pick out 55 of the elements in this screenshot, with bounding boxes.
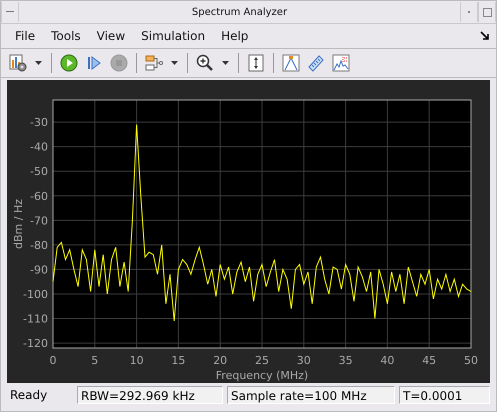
- menu-item[interactable]: File: [15, 29, 36, 43]
- window-menu-button[interactable]: [1, 2, 19, 22]
- menu-item[interactable]: Simulation: [141, 29, 206, 43]
- x-tick-label: 25: [255, 354, 269, 367]
- status-field: Sample rate=100 MHz: [227, 386, 395, 404]
- x-tick-label: 15: [171, 354, 186, 367]
- y-tick-label: -110: [23, 312, 48, 326]
- y-tick-label: -70: [30, 214, 48, 228]
- x-tick-label: 30: [296, 354, 311, 367]
- y-axis-label: dBm / Hz: [12, 199, 25, 249]
- x-tick-label: 5: [91, 354, 98, 367]
- vertical-fit-icon: [247, 54, 265, 72]
- x-tick-label: 20: [213, 354, 228, 367]
- window-title: Spectrum Analyzer: [190, 6, 288, 18]
- y-tick-label: -30: [30, 116, 48, 130]
- menu-item[interactable]: View: [96, 29, 126, 43]
- chart-gear-icon: [9, 54, 27, 72]
- x-tick-label: 50: [464, 354, 478, 367]
- status-field: T=0.0001: [399, 386, 490, 404]
- peak-finder-button[interactable]: [280, 52, 302, 74]
- minus-icon: [6, 11, 14, 13]
- y-tick-label: -80: [30, 238, 48, 252]
- menu-item[interactable]: Help: [221, 29, 248, 43]
- y-tick-label: -50: [30, 165, 48, 178]
- y-tick-label: -90: [30, 263, 48, 276]
- x-tick-label: 45: [422, 354, 436, 367]
- menu-item[interactable]: Tools: [51, 29, 81, 43]
- y-tick-label: -120: [23, 337, 48, 350]
- peak-icon: [282, 54, 300, 72]
- x-tick-label: 0: [50, 354, 56, 367]
- x-tick-label: 10: [130, 354, 144, 367]
- undock-icon[interactable]: [480, 31, 490, 41]
- run-button[interactable]: [58, 52, 80, 74]
- play-icon: [60, 54, 78, 72]
- square-icon: [482, 8, 492, 16]
- stop-icon: [110, 54, 128, 72]
- x-tick-label: 40: [380, 354, 394, 367]
- x-tick-label: 35: [338, 354, 353, 367]
- y-tick-label: -60: [30, 190, 48, 203]
- zoom-in-icon: [196, 54, 214, 72]
- status-field: RBW=292.969 kHz: [77, 386, 223, 404]
- y-tick-label: -100: [23, 288, 48, 301]
- spectrum-button[interactable]: [330, 52, 352, 74]
- settings-button[interactable]: [7, 52, 29, 74]
- caret-icon[interactable]: [35, 61, 42, 65]
- status-text: Ready: [9, 387, 48, 404]
- step-forward-icon: [85, 54, 103, 72]
- caret-icon[interactable]: [222, 61, 229, 65]
- maximize-button[interactable]: [478, 2, 496, 22]
- x-axis-label: Frequency (MHz): [216, 369, 308, 382]
- y-tick-label: -40: [30, 140, 48, 154]
- ruler-icon: [307, 54, 325, 72]
- spectrum-icon: [332, 54, 350, 72]
- hierarchy-icon: [145, 54, 163, 72]
- caret-icon[interactable]: [171, 61, 178, 65]
